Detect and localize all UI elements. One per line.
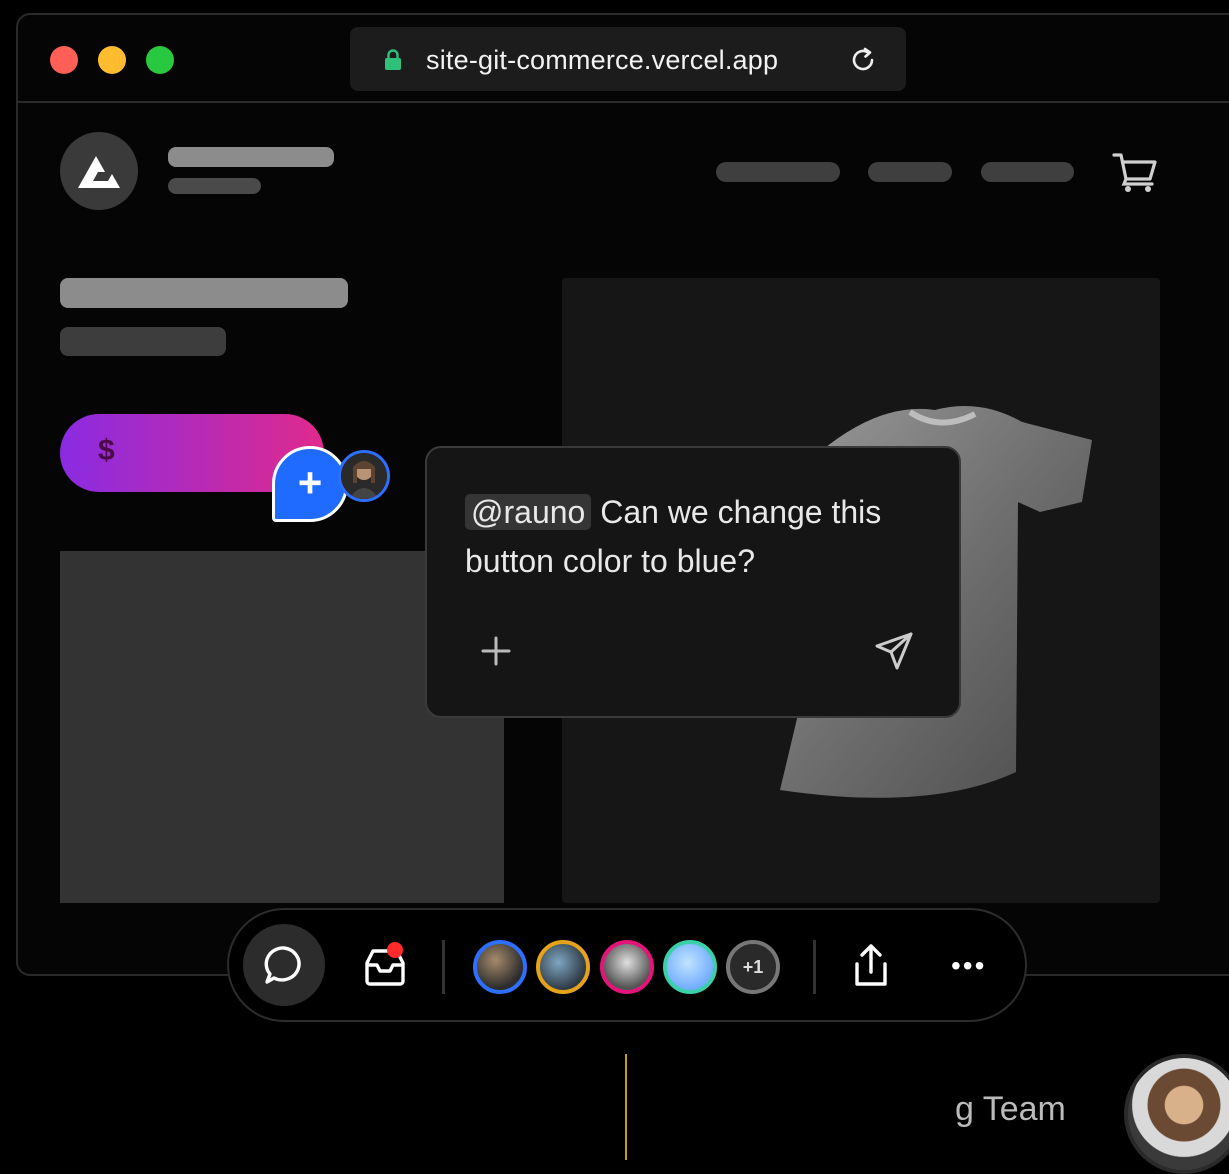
collaborator-avatar[interactable] [663,940,717,994]
product-price-placeholder [60,327,226,356]
plus-icon: + [297,459,323,506]
site-tagline-placeholder [168,178,261,194]
nav-link-placeholder[interactable] [868,162,952,182]
toolbar-divider [813,940,816,994]
collaborator-avatar[interactable] [473,940,527,994]
collaboration-toolbar: +1 ••• [227,908,1027,1022]
close-window-button[interactable] [50,46,78,74]
notification-badge [387,942,403,958]
more-options-button[interactable]: ••• [951,950,986,982]
maximize-window-button[interactable] [146,46,174,74]
product-title-placeholder [60,278,348,308]
logo-icon [78,156,120,188]
send-icon[interactable] [873,630,915,672]
team-member-avatar [1124,1054,1229,1174]
commenter-avatar[interactable] [338,450,390,502]
share-icon[interactable] [849,942,893,990]
comment-input[interactable]: @rauno Can we change this button color t… [465,488,935,586]
mention-tag[interactable]: @rauno [465,494,592,530]
url-text: site-git-commerce.vercel.app [426,45,779,75]
nav-link-placeholder[interactable] [981,162,1074,182]
add-attachment-icon[interactable] [479,634,513,668]
comment-popover: @rauno Can we change this button color t… [425,446,961,718]
minimize-window-button[interactable] [98,46,126,74]
reload-icon[interactable] [848,45,878,75]
person-photo-icon [341,453,387,499]
cart-icon[interactable] [1112,150,1158,194]
more-collaborators-badge[interactable]: +1 [726,940,780,994]
buy-button-label: $ [98,434,115,467]
collaborator-avatar[interactable] [536,940,590,994]
team-label: g Team [955,1090,1066,1128]
lock-icon [385,49,401,70]
address-bar[interactable]: site-git-commerce.vercel.app [350,27,906,91]
chat-bubble-icon [264,946,301,984]
cursor-line [625,1054,627,1160]
browser-titlebar: site-git-commerce.vercel.app [18,15,1229,103]
site-name-placeholder [168,147,334,167]
site-logo[interactable] [60,132,138,210]
collaborator-avatar[interactable] [600,940,654,994]
comment-mode-button[interactable] [243,924,325,1006]
nav-link-placeholder[interactable] [716,162,840,182]
add-comment-pin[interactable]: + [272,446,348,522]
toolbar-divider [442,940,445,994]
